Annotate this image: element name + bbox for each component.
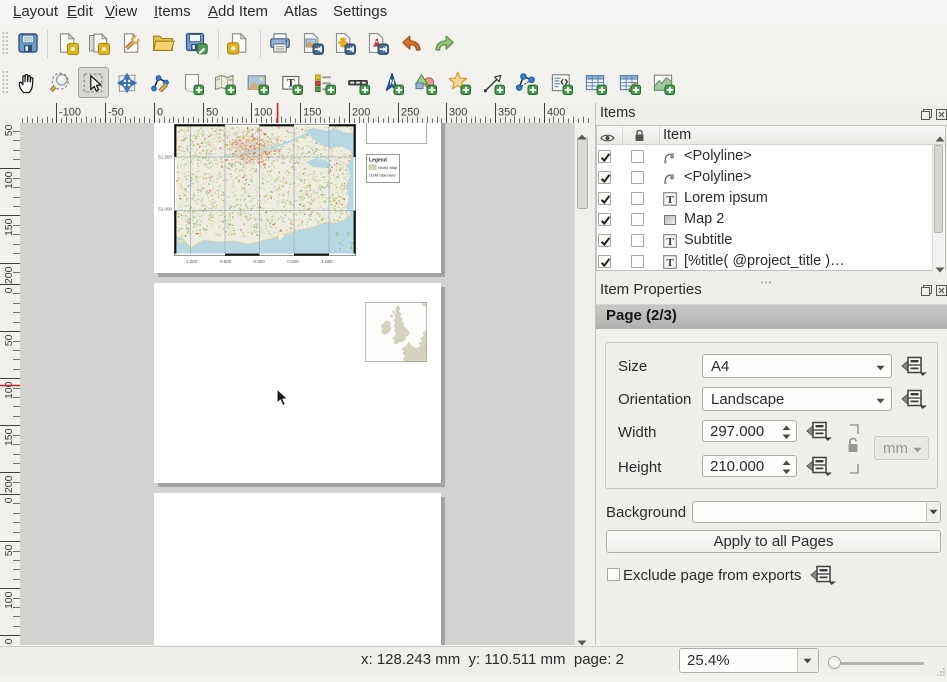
svg-text:50: 50 — [3, 124, 15, 136]
svg-text:100: 100 — [3, 381, 15, 399]
svg-text:50: 50 — [3, 334, 15, 346]
svg-text:51.500: 51.500 — [158, 155, 172, 160]
svg-text:T: T — [666, 194, 674, 206]
svg-text:100: 100 — [3, 591, 15, 609]
svg-text:0.500: 0.500 — [287, 259, 299, 264]
svg-text:-1.000: -1.000 — [185, 259, 198, 264]
svg-text:0: 0 — [3, 497, 15, 503]
svg-text:150: 150 — [303, 107, 321, 119]
svg-text:300: 300 — [449, 107, 467, 119]
svg-text:T: T — [666, 257, 674, 269]
svg-text:-0.500: -0.500 — [219, 259, 232, 264]
svg-text:150: 150 — [3, 218, 15, 236]
svg-text:400: 400 — [547, 107, 565, 119]
svg-text:150: 150 — [3, 638, 15, 645]
svg-text:N: N — [389, 79, 394, 86]
svg-text:200: 200 — [3, 475, 15, 493]
svg-text:Legend: Legend — [369, 157, 387, 163]
svg-text:250: 250 — [401, 107, 419, 119]
svg-text:-100: -100 — [59, 107, 81, 119]
svg-text:0: 0 — [157, 107, 163, 119]
svg-text:0: 0 — [3, 287, 15, 293]
svg-text:T: T — [666, 236, 674, 248]
svg-text:200: 200 — [3, 266, 15, 284]
svg-text:World Map: World Map — [378, 165, 398, 170]
svg-text:350: 350 — [498, 107, 516, 119]
svg-text:150: 150 — [3, 428, 15, 446]
svg-text:50: 50 — [3, 544, 15, 556]
svg-text:51.000: 51.000 — [158, 207, 172, 212]
svg-text:1.000: 1.000 — [321, 259, 333, 264]
svg-text:0.000: 0.000 — [253, 259, 265, 264]
svg-text:100: 100 — [254, 107, 272, 119]
svg-text:100: 100 — [3, 171, 15, 189]
svg-text:200: 200 — [352, 107, 370, 119]
svg-text:OSM Standard: OSM Standard — [369, 172, 395, 177]
